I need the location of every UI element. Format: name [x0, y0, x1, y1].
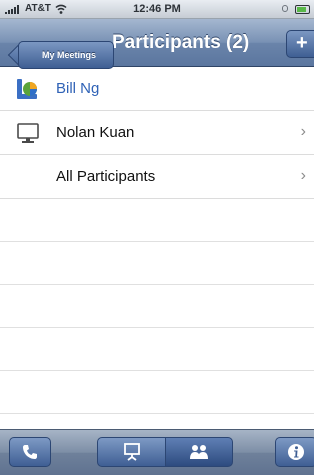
app-screen: AT&T 12:46 PM My Meetings Participants (…	[0, 0, 314, 475]
add-participant-button[interactable]: +	[286, 30, 314, 58]
participant-name: Bill Ng	[56, 80, 100, 97]
monitor-icon	[17, 123, 39, 143]
battery-icon	[295, 5, 310, 14]
empty-row	[0, 242, 314, 285]
all-participants-label: All Participants	[56, 168, 156, 185]
all-participants-row[interactable]: All Participants ›	[0, 155, 314, 199]
chevron-right-icon: ›	[300, 123, 306, 140]
presentation-tab[interactable]	[97, 437, 166, 467]
bottom-toolbar	[0, 429, 314, 475]
participant-name: Nolan Kuan	[56, 124, 135, 141]
empty-row	[0, 199, 314, 242]
presenter-icon	[17, 79, 37, 99]
phone-icon	[23, 445, 37, 459]
status-bar: AT&T 12:46 PM	[0, 0, 314, 19]
info-button[interactable]	[275, 437, 314, 467]
my-meetings-back-button[interactable]: My Meetings	[18, 41, 114, 69]
status-time: 12:46 PM	[133, 3, 181, 15]
info-icon	[288, 444, 304, 460]
page-title: Participants (2)	[112, 32, 250, 53]
rotation-lock-icon	[282, 5, 288, 12]
participants-list: Bill Ng Nolan Kuan › All Participants ›	[0, 67, 314, 429]
presentation-icon	[123, 443, 140, 461]
empty-row	[0, 285, 314, 328]
chevron-right-icon: ›	[300, 167, 306, 184]
navigation-bar: My Meetings Participants (2) +	[0, 19, 314, 69]
empty-row	[0, 371, 314, 414]
participant-row-attendee[interactable]: Nolan Kuan ›	[0, 111, 314, 155]
empty-row	[0, 328, 314, 371]
phone-button[interactable]	[9, 437, 51, 467]
back-button-wrapper: My Meetings	[9, 30, 114, 69]
participants-icon	[190, 445, 208, 459]
participants-tab[interactable]	[165, 437, 233, 467]
participant-row-presenter[interactable]: Bill Ng	[0, 67, 314, 111]
